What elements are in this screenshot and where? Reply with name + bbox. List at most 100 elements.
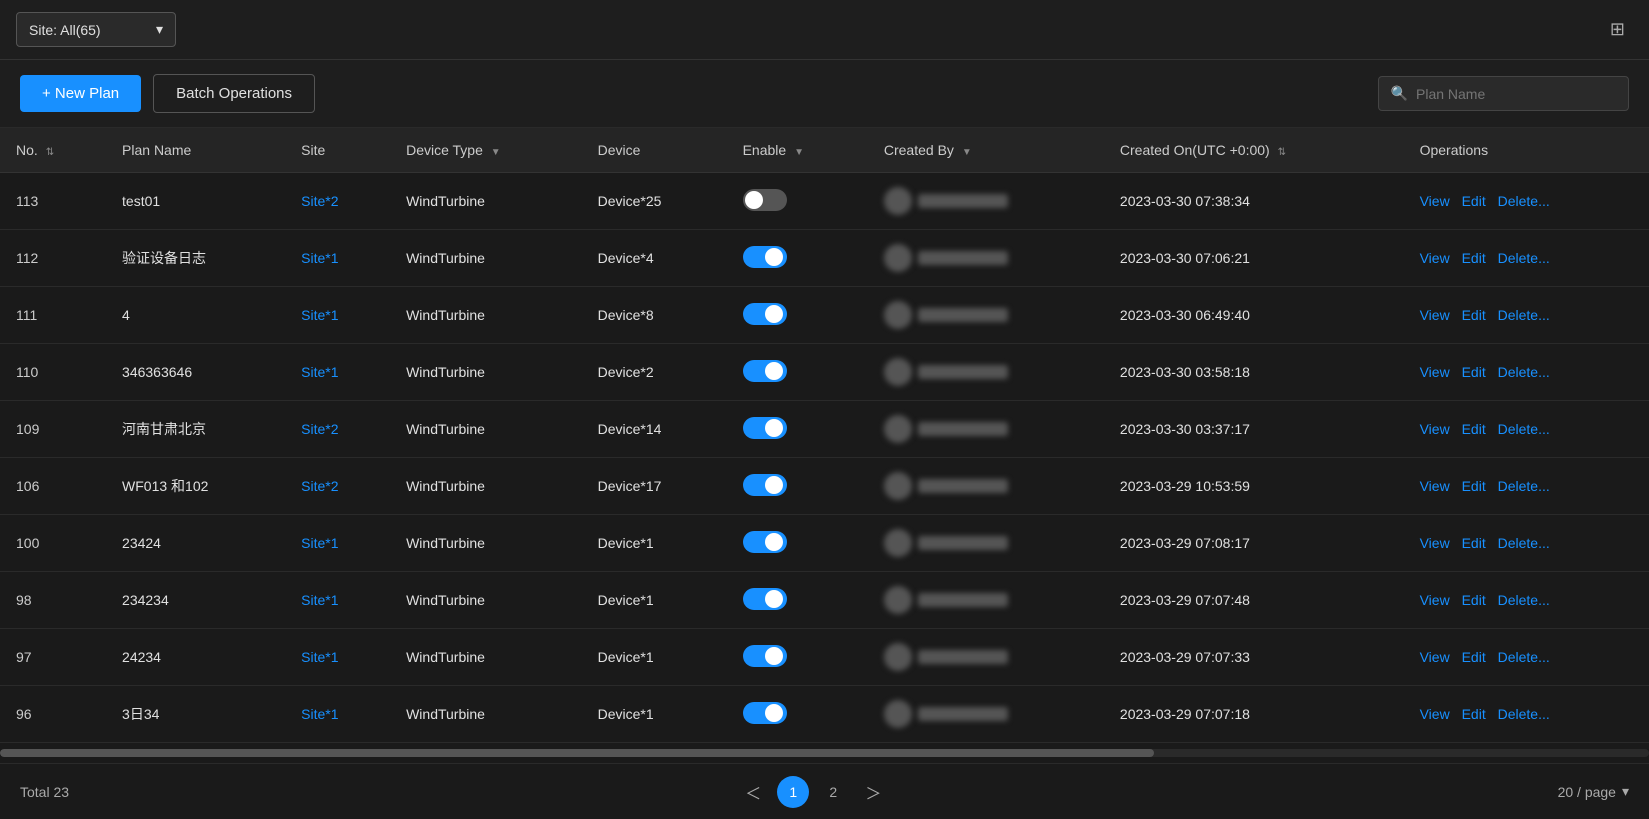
cell-site[interactable]: Site*1 <box>285 572 390 629</box>
table-row: 98 234234 Site*1 WindTurbine Device*1 20… <box>0 572 1649 629</box>
delete-button[interactable]: Delete... <box>1498 364 1550 380</box>
cell-no: 111 <box>0 287 106 344</box>
view-button[interactable]: View <box>1420 193 1450 209</box>
cell-operations: View Edit Delete... <box>1404 629 1649 686</box>
filter-icon-created-by[interactable]: ▼ <box>962 147 972 158</box>
enable-toggle[interactable] <box>743 474 787 496</box>
enable-toggle[interactable] <box>743 531 787 553</box>
cell-plan-name: 河南甘肃北京 <box>106 401 285 458</box>
sort-icon-created-on[interactable]: ⇅ <box>1278 147 1286 158</box>
cell-enable[interactable] <box>727 515 868 572</box>
cell-created-on: 2023-03-29 07:08:17 <box>1104 515 1404 572</box>
table-row: 96 3日34 Site*1 WindTurbine Device*1 2023… <box>0 686 1649 743</box>
cell-enable[interactable] <box>727 173 868 230</box>
view-button[interactable]: View <box>1420 478 1450 494</box>
cell-no: 109 <box>0 401 106 458</box>
cell-site[interactable]: Site*2 <box>285 458 390 515</box>
sort-icon-no[interactable]: ⇅ <box>46 147 54 158</box>
delete-button[interactable]: Delete... <box>1498 592 1550 608</box>
new-plan-button[interactable]: + New Plan <box>20 75 141 112</box>
cell-site[interactable]: Site*1 <box>285 344 390 401</box>
cell-device: Device*17 <box>582 458 727 515</box>
view-button[interactable]: View <box>1420 706 1450 722</box>
cell-plan-name: 234234 <box>106 572 285 629</box>
search-input[interactable] <box>1416 86 1616 102</box>
page-2-button[interactable]: 2 <box>817 776 849 808</box>
cell-created-on: 2023-03-30 03:58:18 <box>1104 344 1404 401</box>
cell-operations: View Edit Delete... <box>1404 401 1649 458</box>
table-row: 111 4 Site*1 WindTurbine Device*8 2023-0… <box>0 287 1649 344</box>
edit-button[interactable]: Edit <box>1462 649 1486 665</box>
batch-operations-button[interactable]: Batch Operations <box>153 74 315 113</box>
edit-button[interactable]: Edit <box>1462 706 1486 722</box>
cell-site[interactable]: Site*2 <box>285 173 390 230</box>
edit-button[interactable]: Edit <box>1462 193 1486 209</box>
edit-button[interactable]: Edit <box>1462 592 1486 608</box>
enable-toggle[interactable] <box>743 360 787 382</box>
cell-enable[interactable] <box>727 458 868 515</box>
cell-enable[interactable] <box>727 287 868 344</box>
cell-site[interactable]: Site*1 <box>285 629 390 686</box>
view-button[interactable]: View <box>1420 250 1450 266</box>
cell-site[interactable]: Site*2 <box>285 401 390 458</box>
filter-icon-enable[interactable]: ▼ <box>794 147 804 158</box>
cell-site[interactable]: Site*1 <box>285 287 390 344</box>
cell-enable[interactable] <box>727 344 868 401</box>
cell-created-by <box>868 287 1104 344</box>
cell-device-type: WindTurbine <box>390 629 582 686</box>
cell-created-by <box>868 401 1104 458</box>
prev-page-button[interactable]: ＜ <box>737 776 769 808</box>
delete-button[interactable]: Delete... <box>1498 421 1550 437</box>
cell-site[interactable]: Site*1 <box>285 686 390 743</box>
col-device-type: Device Type ▼ <box>390 128 582 173</box>
view-button[interactable]: View <box>1420 307 1450 323</box>
next-page-button[interactable]: ＞ <box>857 776 889 808</box>
cell-site[interactable]: Site*1 <box>285 515 390 572</box>
cell-operations: View Edit Delete... <box>1404 230 1649 287</box>
plans-table: No. ⇅ Plan Name Site Device Type ▼ Devic… <box>0 128 1649 743</box>
page-size-selector[interactable]: 20 / page ▾ <box>1558 783 1629 800</box>
enable-toggle[interactable] <box>743 189 787 211</box>
enable-toggle[interactable] <box>743 417 787 439</box>
page-size-label: 20 / page <box>1558 784 1616 800</box>
delete-button[interactable]: Delete... <box>1498 478 1550 494</box>
cell-no: 97 <box>0 629 106 686</box>
cell-enable[interactable] <box>727 629 868 686</box>
edit-button[interactable]: Edit <box>1462 307 1486 323</box>
delete-button[interactable]: Delete... <box>1498 706 1550 722</box>
filter-icon-device-type[interactable]: ▼ <box>491 147 501 158</box>
view-button[interactable]: View <box>1420 649 1450 665</box>
page-1-button[interactable]: 1 <box>777 776 809 808</box>
view-button[interactable]: View <box>1420 535 1450 551</box>
cell-operations: View Edit Delete... <box>1404 173 1649 230</box>
cell-device-type: WindTurbine <box>390 230 582 287</box>
edit-button[interactable]: Edit <box>1462 364 1486 380</box>
cell-enable[interactable] <box>727 686 868 743</box>
cell-enable[interactable] <box>727 401 868 458</box>
edit-button[interactable]: Edit <box>1462 535 1486 551</box>
delete-button[interactable]: Delete... <box>1498 649 1550 665</box>
cell-site[interactable]: Site*1 <box>285 230 390 287</box>
cell-operations: View Edit Delete... <box>1404 572 1649 629</box>
enable-toggle[interactable] <box>743 246 787 268</box>
cell-enable[interactable] <box>727 572 868 629</box>
site-selector[interactable]: Site: All(65) ▾ <box>16 12 176 47</box>
view-button[interactable]: View <box>1420 592 1450 608</box>
enable-toggle[interactable] <box>743 588 787 610</box>
edit-button[interactable]: Edit <box>1462 478 1486 494</box>
edit-button[interactable]: Edit <box>1462 421 1486 437</box>
delete-button[interactable]: Delete... <box>1498 250 1550 266</box>
edit-button[interactable]: Edit <box>1462 250 1486 266</box>
cell-created-by <box>868 173 1104 230</box>
table-row: 106 WF013 和102 Site*2 WindTurbine Device… <box>0 458 1649 515</box>
view-button[interactable]: View <box>1420 421 1450 437</box>
cell-enable[interactable] <box>727 230 868 287</box>
view-button[interactable]: View <box>1420 364 1450 380</box>
enable-toggle[interactable] <box>743 702 787 724</box>
export-icon[interactable]: ⊞ <box>1602 15 1633 44</box>
enable-toggle[interactable] <box>743 303 787 325</box>
delete-button[interactable]: Delete... <box>1498 193 1550 209</box>
delete-button[interactable]: Delete... <box>1498 535 1550 551</box>
delete-button[interactable]: Delete... <box>1498 307 1550 323</box>
enable-toggle[interactable] <box>743 645 787 667</box>
